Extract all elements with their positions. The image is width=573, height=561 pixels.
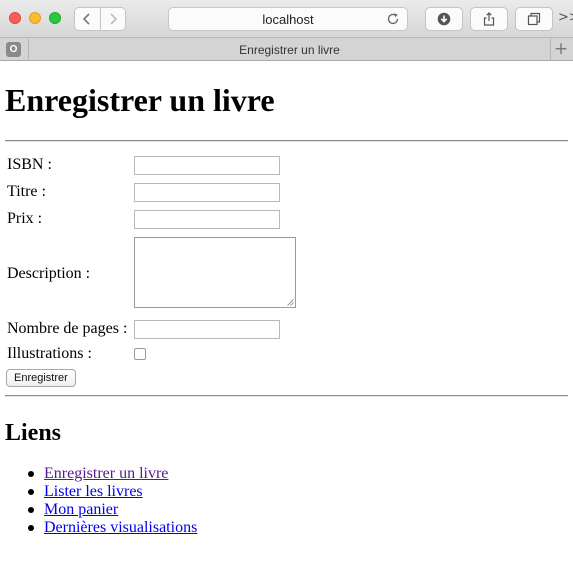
pages-field[interactable] [134, 320, 280, 339]
pages-label: Nombre de pages : [7, 320, 128, 337]
divider [5, 140, 568, 142]
forward-button[interactable] [99, 8, 125, 30]
toolbar-overflow-icon[interactable]: >> [558, 10, 573, 25]
minimize-window-button[interactable] [29, 12, 41, 24]
address-text: localhost [262, 11, 314, 27]
link-mon-panier[interactable]: Mon panier [44, 501, 118, 519]
prix-label: Prix : [7, 210, 43, 227]
prix-field[interactable] [134, 210, 280, 229]
resize-grip-icon[interactable] [287, 299, 294, 306]
show-tabs-button[interactable] [515, 7, 553, 31]
bullet-icon [28, 471, 34, 477]
downloads-button[interactable] [425, 7, 463, 31]
bullet-icon [28, 507, 34, 513]
description-label: Description : [7, 265, 91, 282]
isbn-field[interactable] [134, 156, 280, 175]
bullet-icon [28, 489, 34, 495]
illustrations-label: Illustrations : [7, 345, 92, 362]
share-button[interactable] [470, 7, 508, 31]
download-icon [437, 12, 451, 26]
link-enregistrer-un-livre[interactable]: Enregistrer un livre [44, 465, 168, 483]
titre-field[interactable] [134, 183, 280, 202]
description-textarea[interactable] [134, 237, 296, 308]
tabs-icon [527, 12, 541, 26]
tab-bar: O Enregistrer un livre + [0, 38, 573, 61]
new-tab-icon[interactable]: + [553, 40, 569, 58]
links-heading: Liens [5, 420, 62, 446]
save-button[interactable]: Enregistrer [6, 369, 76, 387]
bullet-icon [28, 525, 34, 531]
zoom-window-button[interactable] [49, 12, 61, 24]
active-tab[interactable]: Enregistrer un livre [28, 38, 551, 61]
page-title: Enregistrer un livre [5, 82, 275, 118]
titre-label: Titre : [7, 183, 46, 200]
back-button[interactable] [75, 8, 100, 30]
illustrations-checkbox[interactable] [134, 348, 146, 360]
divider [5, 395, 568, 397]
reload-icon[interactable] [386, 12, 400, 26]
navigation-buttons [74, 7, 126, 31]
isbn-label: ISBN : [7, 156, 52, 173]
tab-title: Enregistrer un livre [239, 42, 340, 57]
address-bar[interactable]: localhost [168, 7, 408, 31]
link-dernieres-visualisations[interactable]: Dernières visualisations [44, 519, 197, 537]
close-window-button[interactable] [9, 12, 21, 24]
forward-icon [110, 13, 118, 25]
browser-toolbar: localhost >> [0, 0, 573, 38]
link-lister-les-livres[interactable]: Lister les livres [44, 483, 143, 501]
share-icon [483, 12, 495, 26]
back-icon [83, 13, 91, 25]
page-content: Enregistrer un livre ISBN : Titre : Prix… [0, 61, 573, 561]
tab-favicon-icon: O [6, 42, 21, 57]
